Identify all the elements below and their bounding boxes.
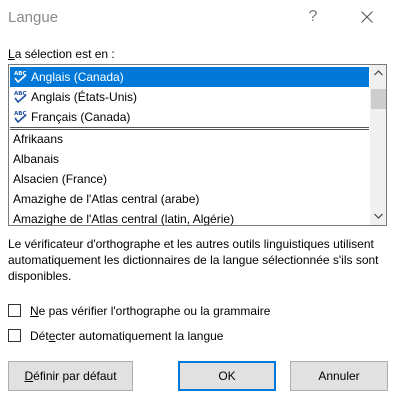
list-item-recent-2[interactable]: ABC Anglais (États-Unis)	[10, 87, 369, 107]
dialog-title: Langue	[8, 9, 59, 26]
chevron-down-icon	[374, 213, 383, 219]
list-item[interactable]: Amazighe de l'Atlas central (arabe)	[10, 189, 369, 209]
list-item-recent-3[interactable]: ABC Français (Canada)	[10, 107, 369, 127]
list-item[interactable]: Alsacien (France)	[10, 169, 369, 189]
title-bar: Langue ?	[0, 0, 396, 36]
set-default-button[interactable]: Définir par défaut	[8, 361, 133, 391]
close-button[interactable]	[352, 4, 382, 30]
list-scrollbar[interactable]	[370, 65, 386, 225]
language-listbox[interactable]: ABC Anglais (Canada) ABC Anglais (États-…	[8, 64, 387, 226]
no-proofing-checkbox[interactable]	[8, 304, 21, 317]
auto-detect-label[interactable]: Détecter automatiquement la langue	[30, 328, 223, 344]
spellcheck-abc-icon: ABC	[14, 111, 27, 124]
list-item[interactable]: Amazighe de l'Atlas central (latin, Algé…	[10, 209, 369, 225]
no-proofing-label[interactable]: Ne pas vérifier l'orthographe ou la gram…	[30, 303, 270, 319]
scroll-down-button[interactable]	[370, 208, 386, 225]
spellcheck-abc-icon: ABC	[14, 91, 27, 104]
cancel-button[interactable]: Annuler	[290, 361, 388, 391]
list-item-recent-1[interactable]: ABC Anglais (Canada)	[10, 67, 369, 87]
auto-detect-checkbox[interactable]	[8, 329, 21, 342]
spellcheck-abc-icon: ABC	[14, 71, 27, 84]
ok-button[interactable]: OK	[178, 361, 276, 391]
selection-label: La sélection est en :	[8, 47, 115, 61]
language-list: ABC Anglais (Canada) ABC Anglais (États-…	[9, 65, 370, 225]
scroll-thumb[interactable]	[371, 89, 386, 109]
close-icon	[361, 11, 373, 23]
list-item[interactable]: Albanais	[10, 149, 369, 169]
description-text: Le vérificateur d'orthographe et les aut…	[8, 237, 379, 283]
help-button[interactable]: ?	[300, 4, 326, 30]
scroll-up-button[interactable]	[370, 65, 386, 82]
list-item[interactable]: Afrikaans	[10, 129, 369, 149]
chevron-up-icon	[374, 70, 383, 76]
